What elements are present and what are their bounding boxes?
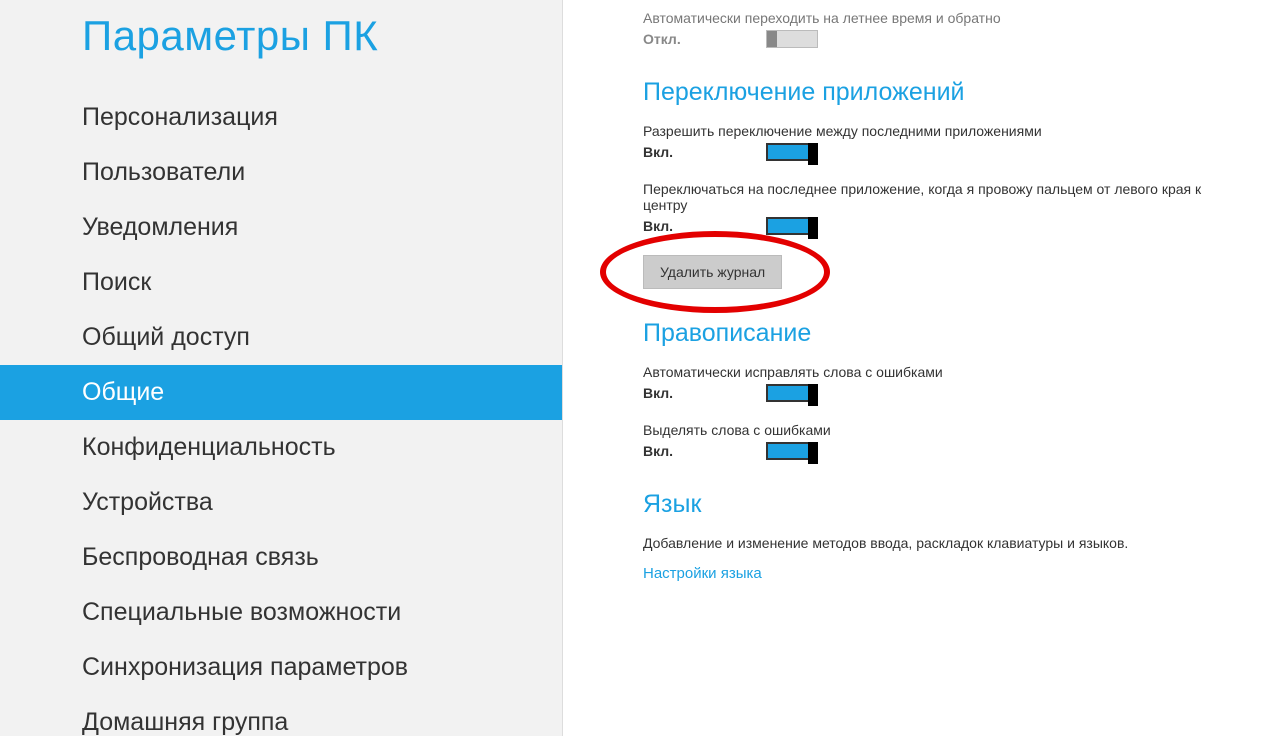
language-section: Язык Добавление и изменение методов ввод… — [643, 490, 1237, 583]
dst-setting: Автоматически переходить на летнее время… — [643, 10, 1237, 48]
autocorrect-toggle-row: Вкл. — [643, 384, 1237, 402]
sidebar-item-share[interactable]: Общий доступ — [0, 310, 562, 365]
sidebar-item-privacy[interactable]: Конфиденциальность — [0, 420, 562, 475]
dst-description: Автоматически переходить на летнее время… — [643, 10, 1237, 26]
allow-switch-toggle-label: Вкл. — [643, 144, 766, 160]
settings-content: Автоматически переходить на летнее время… — [563, 0, 1277, 736]
spelling-section: Правописание Автоматически исправлять сл… — [643, 319, 1237, 460]
sidebar-item-notifications[interactable]: Уведомления — [0, 200, 562, 255]
highlight-setting: Выделять слова с ошибками Вкл. — [643, 422, 1237, 460]
language-description: Добавление и изменение методов ввода, ра… — [643, 535, 1237, 551]
allow-switch-toggle-row: Вкл. — [643, 143, 1237, 161]
highlight-toggle-row: Вкл. — [643, 442, 1237, 460]
allow-switch-setting: Разрешить переключение между последними … — [643, 123, 1237, 161]
dst-toggle-label: Откл. — [643, 31, 766, 47]
settings-sidebar: Параметры ПК Персонализация Пользователи… — [0, 0, 563, 736]
sidebar-item-wireless[interactable]: Беспроводная связь — [0, 530, 562, 585]
delete-history-wrap: Удалить журнал — [643, 255, 1237, 289]
sidebar-item-general[interactable]: Общие — [0, 365, 562, 420]
highlight-toggle[interactable] — [766, 442, 818, 460]
highlight-description: Выделять слова с ошибками — [643, 422, 1237, 438]
sidebar-item-personalize[interactable]: Персонализация — [0, 90, 562, 145]
highlight-toggle-label: Вкл. — [643, 443, 766, 459]
spelling-title: Правописание — [643, 319, 1237, 348]
sidebar-item-homegroup[interactable]: Домашняя группа — [0, 695, 562, 750]
edge-swipe-toggle-row: Вкл. — [643, 217, 1237, 235]
language-title: Язык — [643, 490, 1237, 519]
autocorrect-setting: Автоматически исправлять слова с ошибкам… — [643, 364, 1237, 402]
edge-swipe-setting: Переключаться на последнее приложение, к… — [643, 181, 1237, 235]
autocorrect-toggle[interactable] — [766, 384, 818, 402]
allow-switch-description: Разрешить переключение между последними … — [643, 123, 1237, 139]
dst-toggle-row: Откл. — [643, 30, 1237, 48]
sidebar-item-devices[interactable]: Устройства — [0, 475, 562, 530]
dst-toggle[interactable] — [766, 30, 818, 48]
edge-swipe-description: Переключаться на последнее приложение, к… — [643, 181, 1237, 213]
edge-swipe-toggle-label: Вкл. — [643, 218, 766, 234]
autocorrect-toggle-label: Вкл. — [643, 385, 766, 401]
sidebar-item-sync[interactable]: Синхронизация параметров — [0, 640, 562, 695]
delete-history-button[interactable]: Удалить журнал — [643, 255, 782, 289]
sidebar-item-search[interactable]: Поиск — [0, 255, 562, 310]
sidebar-item-accessibility[interactable]: Специальные возможности — [0, 585, 562, 640]
app-switching-section: Переключение приложений Разрешить перекл… — [643, 78, 1237, 289]
autocorrect-description: Автоматически исправлять слова с ошибкам… — [643, 364, 1237, 380]
edge-swipe-toggle[interactable] — [766, 217, 818, 235]
language-settings-link[interactable]: Настройки языка — [643, 565, 762, 582]
sidebar-item-users[interactable]: Пользователи — [0, 145, 562, 200]
sidebar-title: Параметры ПК — [0, 12, 562, 60]
app-switching-title: Переключение приложений — [643, 78, 1237, 107]
allow-switch-toggle[interactable] — [766, 143, 818, 161]
